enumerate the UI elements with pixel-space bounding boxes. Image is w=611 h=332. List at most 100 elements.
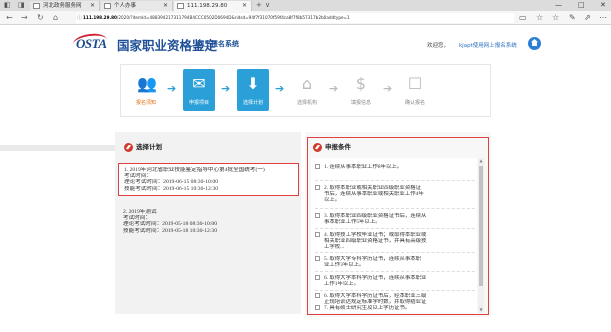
page-icon: [33, 3, 40, 9]
pencil-icon: [124, 142, 133, 152]
scrollbar-thumb[interactable]: [479, 166, 483, 286]
share-icon[interactable]: ⇗: [584, 13, 591, 23]
tab-menu-icon[interactable]: ∨: [265, 1, 270, 10]
step-label: 选择机构: [296, 100, 317, 106]
url-input[interactable]: ⓘ 111.198.29.80/2020/?itemId=488394217311…: [76, 13, 514, 23]
conditions-scrollbar[interactable]: ▲ ▼: [478, 158, 484, 313]
arrow-down-icon: ⬇: [246, 74, 260, 93]
document-icon: ☐: [407, 74, 423, 93]
site-subtitle: 网上报名系统: [197, 40, 239, 48]
step-registration-notice[interactable]: 👥 报名须知: [128, 69, 164, 111]
close-window-button[interactable]: ✕: [600, 0, 606, 10]
home-icon[interactable]: ⌂: [53, 13, 58, 23]
condition-text: 7. 具有硕士研究生及以上学历证书。: [324, 305, 411, 311]
condition-text: 以上。: [324, 197, 341, 204]
pen-icon[interactable]: ✎: [569, 13, 576, 23]
condition-checkbox[interactable]: [315, 232, 320, 237]
plan-item-1[interactable]: 1. 2019年河北省职业技能鉴定指导中心第4批全国统考(一) 考试时间： 理论…: [118, 163, 299, 196]
scroll-down-icon[interactable]: ▼: [478, 307, 484, 312]
divider: [315, 208, 475, 209]
pencil-icon: [313, 142, 322, 152]
condition-item-3[interactable]: 3. 取得本职业四级职业资格证书后，连续从 事本职业工作5年以上。: [315, 213, 475, 225]
arrow-right-icon: ➔: [383, 82, 393, 95]
conditions-title-text: 申报条件: [325, 143, 351, 151]
new-tab-button[interactable]: +: [256, 1, 262, 10]
plan-skill-time: 技能考试时间：2019-05-18 10:30-12:30: [123, 227, 218, 234]
minimize-button[interactable]: —: [555, 0, 562, 10]
condition-checkbox[interactable]: [315, 185, 320, 190]
step-select-institution[interactable]: ⌂ 选择机构: [289, 69, 325, 111]
forward-arrow-icon[interactable]: →: [21, 13, 28, 23]
welcome-text: 欢迎您，: [427, 43, 450, 49]
favorite-star-icon[interactable]: ☆: [536, 13, 543, 23]
condition-text: 1. 连续从事本职业工作8年以上。: [324, 164, 403, 170]
condition-item-8[interactable]: 7. 具有硕士研究生及以上学历证书。: [315, 305, 475, 311]
tab-back-icon[interactable]: ◨: [18, 1, 25, 10]
condition-checkbox[interactable]: [315, 256, 320, 261]
refresh-icon[interactable]: ↻: [37, 13, 44, 23]
step-fill-info[interactable]: $ 填报信息: [343, 69, 379, 111]
favorites-hub-icon[interactable]: ☆: [552, 13, 559, 23]
browser-tab-1[interactable]: 河北政务服务网 ✕: [30, 1, 100, 11]
tab-label: 个人办事: [114, 3, 137, 9]
condition-item-7[interactable]: 6. 取得大学本科学历证书后，经本职业三级 正规培训达规定标准学时数，并取得结业…: [315, 293, 475, 305]
scroll-up-icon[interactable]: ▲: [478, 158, 484, 163]
maximize-button[interactable]: □: [578, 0, 585, 10]
reading-view-icon[interactable]: ▭: [519, 13, 527, 23]
divider: [315, 290, 475, 291]
site-header: OSTA 国家职业资格鉴定 网上报名系统 欢迎您， kjapt使用网上报名系统: [0, 26, 611, 60]
step-label: 选择计划: [242, 100, 263, 106]
page-icon: [104, 3, 111, 9]
plan-item-2[interactable]: 2. 2019年测试 考试时间： 理论考试时间：2019-05-18 08:30…: [118, 206, 299, 237]
condition-item-1[interactable]: 1. 连续从事本职业工作8年以上。: [315, 164, 475, 170]
step-select-plan[interactable]: ⬇ 选择计划: [235, 69, 271, 111]
step-confirm[interactable]: ☐ 确认报名: [397, 69, 433, 111]
arrow-right-icon: ➔: [275, 82, 285, 95]
condition-checkbox[interactable]: [315, 164, 320, 169]
condition-item-6[interactable]: 6. 取得大学本科学历证书，连续从事本职业 工作1年以上。: [315, 275, 475, 287]
envelope-icon: ✉: [192, 74, 206, 93]
condition-item-2[interactable]: 2. 取得本职业或相关职业四级职业资格证 书后，连续从事本职业或相关职业工作4年…: [315, 185, 475, 204]
welcome-user[interactable]: kjapt使用网上报名系统: [459, 41, 517, 49]
close-icon[interactable]: ✕: [90, 1, 95, 11]
condition-item-4[interactable]: 4. 取得技工学校毕业证书；或取得本职业或 相关职业四级职业资格证书，并具有高级…: [315, 232, 475, 251]
condition-item-5[interactable]: 5. 取得大学专科学历证书，连续从事本职 业工作3年以上。: [315, 256, 475, 268]
divider: [315, 252, 475, 253]
back-arrow-icon[interactable]: ←: [6, 13, 13, 23]
browser-tab-2[interactable]: 个人办事 ✕: [101, 1, 173, 11]
condition-text: 业工作3年以上。: [324, 262, 365, 269]
arrow-right-icon: ➔: [167, 82, 177, 95]
condition-checkbox[interactable]: [315, 293, 320, 298]
more-menu-icon[interactable]: ⋯: [599, 13, 607, 23]
condition-checkbox[interactable]: [315, 275, 320, 280]
info-icon: ⓘ: [77, 15, 83, 21]
divider: [315, 180, 475, 181]
browser-tab-3[interactable]: 111.198.29.80 ✕: [174, 1, 252, 11]
url-path: /2020/?itemId=488394217311794B4CCC0502D0…: [116, 15, 350, 20]
step-label: 申报项目: [188, 100, 209, 106]
close-icon[interactable]: ✕: [163, 1, 168, 11]
tab-actions-icon[interactable]: ◧: [4, 1, 11, 10]
close-icon[interactable]: ✕: [242, 1, 247, 11]
step-label: 确认报名: [404, 100, 425, 106]
step-label: 报名须知: [135, 100, 156, 106]
condition-text: 工学校...: [324, 244, 345, 251]
condition-text: 工作1年以上。: [324, 281, 360, 288]
osta-logo: OSTA: [76, 36, 107, 51]
steps-wizard: 👥 报名须知 ➔ ✉ 申报项目 ➔ ⬇ 选择计划 ➔ ⌂ 选择机构 ➔ $ 填报…: [120, 64, 491, 117]
browser-tab-bar: ◧ ◨ 河北政务服务网 ✕ 个人办事 ✕ 111.198.29.80 ✕ + ∨…: [0, 0, 611, 11]
plan-skill-time: 技能考试时间：2019-06-15 10:30-12:30: [124, 185, 219, 192]
condition-checkbox[interactable]: [315, 305, 320, 310]
tab-label: 河北政务服务网: [43, 3, 82, 9]
arrow-right-icon: ➔: [221, 82, 231, 95]
conditions-list[interactable]: 1. 连续从事本职业工作8年以上。 2. 取得本职业或相关职业四级职业资格证 书…: [311, 158, 477, 313]
home-button-icon[interactable]: [528, 37, 541, 50]
condition-text: 事本职业工作5年以上。: [324, 219, 381, 226]
dollar-icon: $: [355, 74, 367, 93]
condition-checkbox[interactable]: [315, 213, 320, 218]
plan-panel-title: 选择计划: [124, 141, 162, 152]
step-apply-project[interactable]: ✉ 申报项目: [181, 69, 217, 111]
plan-title-text: 选择计划: [136, 143, 162, 151]
divider: [315, 228, 475, 229]
conditions-panel-title: 申报条件: [313, 141, 351, 152]
